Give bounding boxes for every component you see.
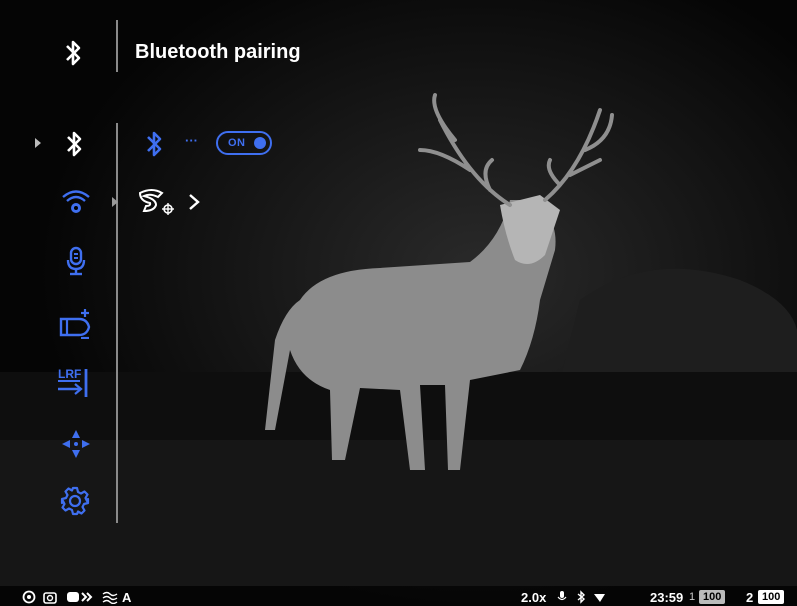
battery1-level: 100: [699, 590, 726, 604]
gear-icon: [60, 486, 90, 516]
header-bluetooth-icon: [60, 38, 86, 68]
waves-icon: [102, 591, 118, 604]
thermal-background-image: [0, 0, 797, 606]
pairing-app-item[interactable]: [136, 186, 212, 218]
signal-icon: [67, 592, 93, 602]
photo-mode-icon: [43, 592, 57, 604]
target-icon: [22, 590, 36, 604]
clock: 23:59: [650, 590, 684, 605]
menu-item-wifi-settings[interactable]: [58, 185, 94, 217]
toggle-label: ON: [228, 137, 246, 149]
header-divider: [116, 20, 118, 72]
selected-item-caret: [35, 138, 41, 148]
menu-item-bluetooth[interactable]: [60, 128, 88, 160]
mode-indicator: A: [122, 590, 132, 605]
wifi-gear-icon: [62, 190, 90, 213]
battery2-index: 2: [746, 590, 754, 605]
svg-text:LRF: LRF: [58, 367, 81, 381]
crosshair-icon: [62, 430, 90, 458]
stream-vision-icon: [138, 189, 174, 215]
menu-item-settings[interactable]: [58, 484, 92, 518]
submenu-bluetooth-icon: [142, 128, 166, 160]
bluetooth-status-icon: [577, 590, 586, 604]
battery1-index: 1: [689, 591, 696, 603]
toggle-knob: [254, 137, 266, 149]
mic-status-icon: [557, 591, 567, 601]
wifi-status-icon: [594, 594, 605, 602]
bluetooth-icon: [67, 131, 82, 157]
battery2-level: 100: [758, 590, 785, 604]
bullet-add-icon: [59, 309, 91, 339]
status-bar: A 2.0x 23:59 1 100 2 100: [0, 588, 797, 606]
lrf-icon: LRF: [58, 367, 88, 397]
page-title: Bluetooth pairing: [135, 41, 301, 63]
menu-item-rangefinder[interactable]: LRF: [56, 365, 94, 399]
chevron-right-icon: [189, 194, 200, 210]
bluetooth-toggle[interactable]: ON: [216, 131, 272, 155]
submenu-caret: [112, 197, 118, 207]
menu-item-microphone[interactable]: [60, 245, 92, 277]
submenu-separator: ···: [185, 133, 198, 148]
menu-divider: [116, 123, 118, 523]
zoom-level: 2.0x: [521, 590, 547, 605]
menu-item-zeroing[interactable]: [60, 427, 92, 461]
microphone-icon: [66, 246, 86, 276]
menu-item-ammo[interactable]: [58, 306, 94, 340]
